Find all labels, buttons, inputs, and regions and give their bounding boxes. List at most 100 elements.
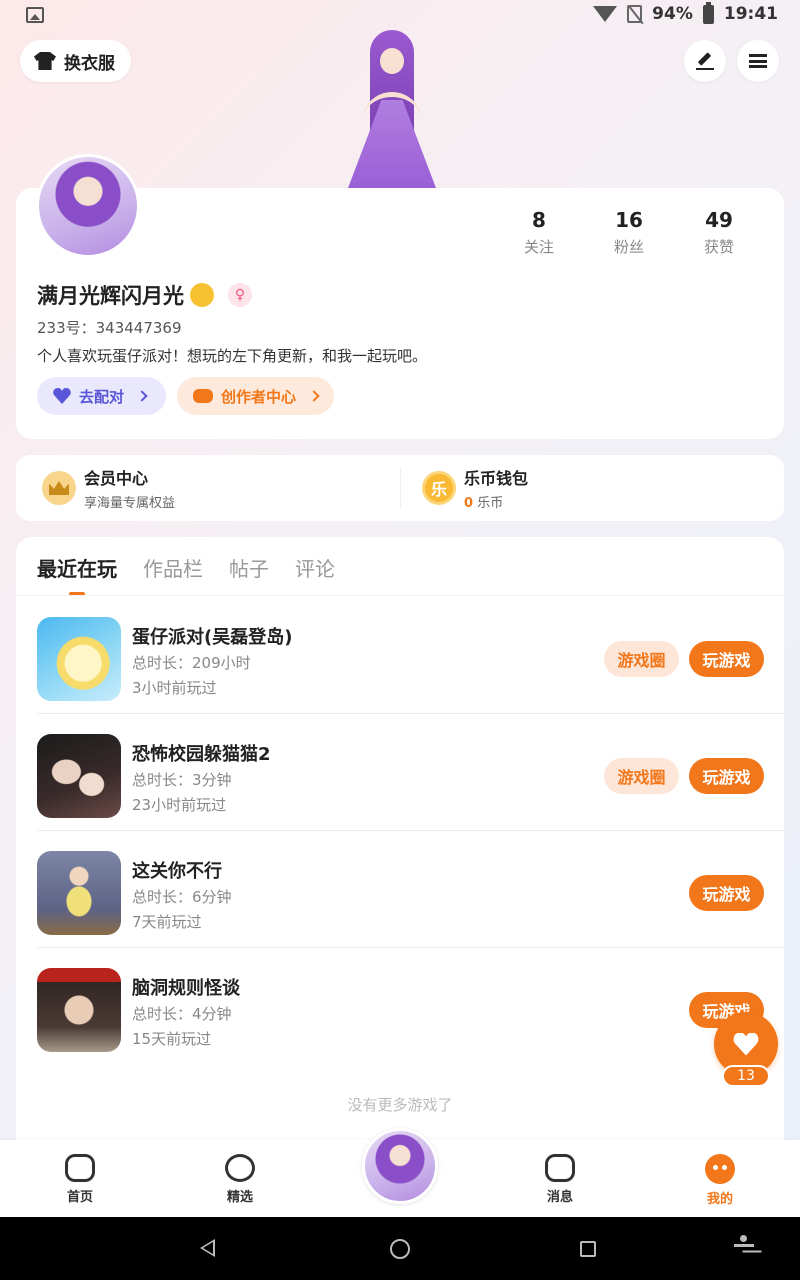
home-icon[interactable] bbox=[390, 1239, 410, 1259]
tab-posts[interactable]: 帖子 bbox=[229, 553, 269, 596]
battery-icon bbox=[702, 1, 714, 24]
coin-icon: 乐 bbox=[422, 471, 456, 505]
game-thumbnail bbox=[37, 734, 121, 818]
heart-chat-icon bbox=[225, 1154, 255, 1182]
game-thumbnail bbox=[37, 968, 121, 1052]
nav-messages[interactable]: 消息 bbox=[520, 1140, 600, 1217]
wifi-icon bbox=[593, 6, 618, 22]
wallet-balance: 0 乐币 bbox=[464, 492, 528, 511]
username: 满月光辉闪月光 ♀ bbox=[37, 280, 252, 310]
divider bbox=[400, 467, 401, 509]
nav-featured[interactable]: 精选 bbox=[200, 1140, 280, 1217]
stat-likes[interactable]: 49 获赞 bbox=[674, 208, 764, 257]
game-thumbnail bbox=[37, 851, 121, 935]
accessibility-icon[interactable] bbox=[734, 1235, 754, 1261]
edit-icon bbox=[696, 52, 714, 70]
gamepad-icon bbox=[65, 1154, 95, 1182]
crown-icon bbox=[42, 471, 76, 505]
wallet-unit: 乐币 bbox=[477, 496, 504, 511]
stat-label: 关注 bbox=[523, 238, 554, 256]
member-subtitle: 享海量专属权益 bbox=[84, 496, 176, 511]
figure-dress bbox=[348, 100, 436, 188]
recent-games-card: 最近在玩 作品栏 帖子 评论 蛋仔派对(吴磊登岛) 总时长：209小时 3小时前… bbox=[16, 537, 784, 1157]
recent-apps-icon[interactable] bbox=[580, 1241, 596, 1257]
game-last-played: 15天前玩过 bbox=[132, 1030, 212, 1048]
stat-label: 获赞 bbox=[703, 238, 734, 256]
status-bar: 94% 19:41 bbox=[0, 0, 800, 32]
stat-followers[interactable]: 16 粉丝 bbox=[584, 208, 674, 257]
tab-works[interactable]: 作品栏 bbox=[143, 553, 203, 596]
game-row[interactable]: 蛋仔派对(吴磊登岛) 总时长：209小时 3小时前玩过 游戏圈 玩游戏 bbox=[37, 597, 784, 714]
nav-label: 我的 bbox=[706, 1192, 733, 1207]
game-last-played: 23小时前玩过 bbox=[132, 796, 227, 814]
like-count: 13 bbox=[722, 1065, 770, 1087]
back-icon[interactable] bbox=[200, 1239, 215, 1257]
game-circle-button[interactable]: 游戏圈 bbox=[604, 641, 679, 677]
creator-label: 创作者中心 bbox=[221, 387, 297, 406]
user-id: 233号：343447369 bbox=[37, 319, 182, 337]
game-row[interactable]: 这关你不行 总时长：6分钟 7天前玩过 玩游戏 bbox=[37, 831, 784, 948]
tab-comments[interactable]: 评论 bbox=[295, 553, 335, 596]
game-duration: 总时长：3分钟 bbox=[132, 771, 232, 789]
profile-stats: 8 关注 16 粉丝 49 获赞 bbox=[494, 208, 764, 257]
game-last-played: 7天前玩过 bbox=[132, 913, 202, 931]
menu-button[interactable] bbox=[737, 40, 779, 82]
clock: 19:41 bbox=[723, 4, 778, 24]
shirt-icon bbox=[34, 52, 56, 70]
creator-center-button[interactable]: 创作者中心 bbox=[177, 377, 334, 415]
coin-wallet[interactable]: 乐 乐币钱包 0 乐币 bbox=[422, 455, 528, 521]
wallet-title: 乐币钱包 bbox=[464, 469, 529, 488]
heart-icon bbox=[53, 388, 71, 404]
avatar-figure[interactable] bbox=[340, 30, 444, 188]
game-circle-button[interactable]: 游戏圈 bbox=[604, 758, 679, 794]
member-center[interactable]: 会员中心 享海量专属权益 bbox=[42, 455, 175, 521]
chevron-right-icon bbox=[136, 390, 148, 402]
menu-icon bbox=[749, 54, 767, 68]
figure-face bbox=[380, 48, 404, 74]
user-bio: 个人喜欢玩蛋仔派对！想玩的左下角更新，和我一起玩吧。 bbox=[37, 347, 428, 365]
no-sim-icon bbox=[627, 5, 643, 23]
game-name: 蛋仔派对(吴磊登岛) bbox=[132, 627, 293, 648]
member-title: 会员中心 bbox=[84, 469, 149, 488]
nav-label: 首页 bbox=[66, 1190, 93, 1205]
game-name: 恐怖校园躲猫猫2 bbox=[132, 744, 271, 765]
gamepad-icon bbox=[193, 389, 213, 403]
nav-center-avatar[interactable] bbox=[362, 1128, 438, 1204]
game-name: 脑洞规则怪谈 bbox=[132, 978, 240, 999]
avatar[interactable] bbox=[36, 154, 140, 258]
stat-value: 16 bbox=[615, 208, 643, 232]
game-duration: 总时长：6分钟 bbox=[132, 888, 232, 906]
stat-value: 49 bbox=[705, 208, 733, 232]
stat-following[interactable]: 8 关注 bbox=[494, 208, 584, 257]
game-thumbnail bbox=[37, 617, 121, 701]
message-icon bbox=[545, 1154, 575, 1182]
status-right: 94% 19:41 bbox=[593, 1, 778, 24]
stat-value: 8 bbox=[532, 208, 546, 232]
change-outfit-button[interactable]: 换衣服 bbox=[20, 40, 131, 82]
member-wallet-card: 会员中心 享海量专属权益 乐 乐币钱包 0 乐币 bbox=[16, 455, 784, 521]
pair-label: 去配对 bbox=[79, 387, 125, 406]
tabs-divider bbox=[16, 595, 784, 596]
play-game-button[interactable]: 玩游戏 bbox=[689, 875, 764, 911]
profile-tabs: 最近在玩 作品栏 帖子 评论 bbox=[37, 553, 335, 596]
username-text: 满月光辉闪月光 bbox=[37, 284, 184, 308]
play-game-button[interactable]: 玩游戏 bbox=[689, 641, 764, 677]
pair-button[interactable]: 去配对 bbox=[37, 377, 166, 415]
edit-profile-button[interactable] bbox=[684, 40, 726, 82]
change-outfit-label: 换衣服 bbox=[64, 53, 115, 74]
nav-label: 精选 bbox=[226, 1190, 253, 1205]
system-nav-bar bbox=[0, 1217, 800, 1280]
game-last-played: 3小时前玩过 bbox=[132, 679, 217, 697]
list-end-text: 没有更多游戏了 bbox=[347, 1096, 453, 1114]
stat-label: 粉丝 bbox=[613, 238, 644, 256]
game-name: 这关你不行 bbox=[132, 861, 222, 882]
nav-me[interactable]: 我的 bbox=[680, 1140, 760, 1217]
game-row[interactable]: 脑洞规则怪谈 总时长：4分钟 15天前玩过 玩游戏 bbox=[37, 948, 784, 1065]
tab-recent[interactable]: 最近在玩 bbox=[37, 553, 117, 596]
sleepy-emoji-icon bbox=[190, 283, 214, 307]
heart-icon bbox=[733, 1033, 759, 1056]
nav-label: 消息 bbox=[546, 1190, 573, 1205]
game-row[interactable]: 恐怖校园躲猫猫2 总时长：3分钟 23小时前玩过 游戏圈 玩游戏 bbox=[37, 714, 784, 831]
nav-home[interactable]: 首页 bbox=[40, 1140, 120, 1217]
play-game-button[interactable]: 玩游戏 bbox=[689, 758, 764, 794]
